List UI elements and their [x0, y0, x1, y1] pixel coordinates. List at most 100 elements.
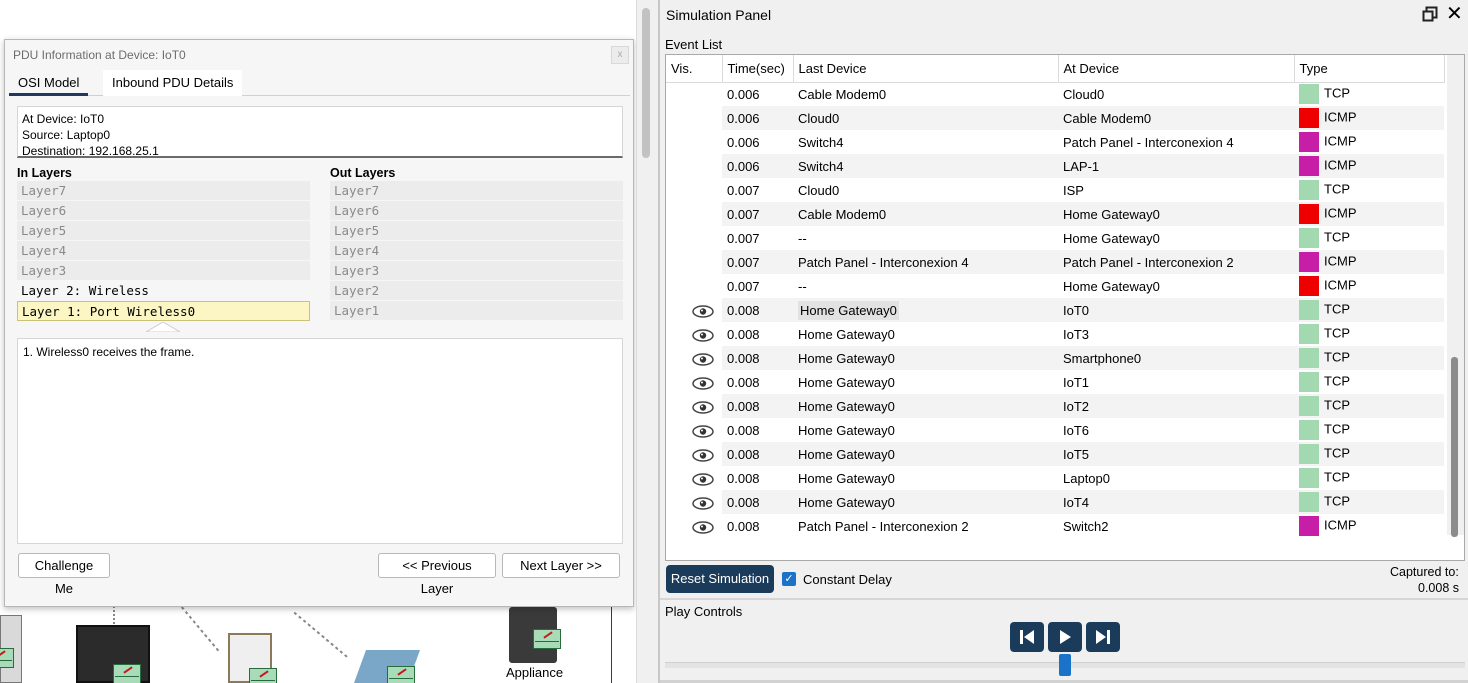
play-button[interactable] — [1048, 622, 1082, 652]
in-layer-3[interactable]: Layer3 — [17, 261, 310, 281]
column-header-at-device[interactable]: At Device — [1058, 55, 1295, 83]
eye-icon[interactable] — [692, 496, 714, 510]
event-type-cell[interactable]: ICMP — [1294, 202, 1444, 226]
event-row[interactable]: 0.008 Home Gateway0 IoT2 TCP — [666, 394, 1444, 418]
scrollbar-thumb[interactable] — [642, 8, 650, 158]
event-row[interactable]: 0.008 Home Gateway0 Smartphone0 TCP — [666, 346, 1444, 370]
event-type-cell[interactable]: TCP — [1294, 322, 1444, 346]
pdu-color-swatch[interactable] — [1299, 252, 1319, 272]
event-type-cell[interactable]: TCP — [1294, 178, 1444, 202]
out-layer-3[interactable]: Layer3 — [330, 261, 623, 281]
column-header-last-device[interactable]: Last Device — [793, 55, 1059, 83]
constant-delay-checkbox[interactable]: ✓ — [782, 572, 796, 586]
pdu-envelope-icon[interactable] — [0, 648, 14, 668]
event-type-cell[interactable]: TCP — [1294, 82, 1444, 106]
event-visibility-cell[interactable] — [666, 346, 722, 370]
out-layer-5[interactable]: Layer5 — [330, 221, 623, 241]
event-visibility-cell[interactable] — [666, 226, 722, 250]
event-row[interactable]: 0.006 Switch4 LAP-1 ICMP — [666, 154, 1444, 178]
reset-simulation-button[interactable]: Reset Simulation — [666, 565, 774, 593]
eye-icon[interactable] — [692, 304, 714, 318]
event-row[interactable]: 0.007 Cable Modem0 Home Gateway0 ICMP — [666, 202, 1444, 226]
event-visibility-cell[interactable] — [666, 514, 722, 538]
in-layer-1[interactable]: Layer 1: Port Wireless0 — [17, 301, 310, 321]
event-type-cell[interactable]: ICMP — [1294, 154, 1444, 178]
pdu-color-swatch[interactable] — [1299, 420, 1319, 440]
eye-icon[interactable] — [692, 352, 714, 366]
pdu-envelope-icon[interactable] — [533, 629, 561, 649]
step-back-button[interactable] — [1010, 622, 1044, 652]
event-row[interactable]: 0.006 Cloud0 Cable Modem0 ICMP — [666, 106, 1444, 130]
event-type-cell[interactable]: TCP — [1294, 370, 1444, 394]
pdu-color-swatch[interactable] — [1299, 180, 1319, 200]
event-visibility-cell[interactable] — [666, 106, 722, 130]
event-row[interactable]: 0.008 Home Gateway0 IoT3 TCP — [666, 322, 1444, 346]
pdu-color-swatch[interactable] — [1299, 204, 1319, 224]
event-visibility-cell[interactable] — [666, 370, 722, 394]
event-row[interactable]: 0.008 Home Gateway0 IoT6 TCP — [666, 418, 1444, 442]
close-icon[interactable]: ✕ — [1446, 4, 1463, 24]
pdu-color-swatch[interactable] — [1299, 108, 1319, 128]
pdu-information-window[interactable]: PDU Information at Device: IoT0 x OSI Mo… — [4, 39, 634, 607]
column-header-vis[interactable]: Vis. — [666, 55, 723, 83]
close-button[interactable]: x — [611, 46, 629, 64]
event-visibility-cell[interactable] — [666, 202, 722, 226]
event-row[interactable]: 0.007 -- Home Gateway0 TCP — [666, 226, 1444, 250]
out-layer-4[interactable]: Layer4 — [330, 241, 623, 261]
event-row[interactable]: 0.008 Home Gateway0 IoT5 TCP — [666, 442, 1444, 466]
in-layer-4[interactable]: Layer4 — [17, 241, 310, 261]
pdu-envelope-icon[interactable] — [249, 668, 277, 683]
eye-icon[interactable] — [692, 400, 714, 414]
event-visibility-cell[interactable] — [666, 154, 722, 178]
pdu-color-swatch[interactable] — [1299, 132, 1319, 152]
event-visibility-cell[interactable] — [666, 418, 722, 442]
restore-window-icon[interactable] — [1422, 6, 1438, 22]
pdu-color-swatch[interactable] — [1299, 228, 1319, 248]
in-layer-7[interactable]: Layer7 — [17, 181, 310, 201]
event-visibility-cell[interactable] — [666, 490, 722, 514]
event-type-cell[interactable]: ICMP — [1294, 274, 1444, 298]
event-row[interactable]: 0.008 Patch Panel - Interconexion 2 Switch… — [666, 514, 1444, 538]
eye-icon[interactable] — [692, 448, 714, 462]
out-layer-2[interactable]: Layer2 — [330, 281, 623, 301]
event-type-cell[interactable]: ICMP — [1294, 514, 1444, 538]
event-visibility-cell[interactable] — [666, 466, 722, 490]
event-visibility-cell[interactable] — [666, 394, 722, 418]
in-layer-5[interactable]: Layer5 — [17, 221, 310, 241]
out-layer-7[interactable]: Layer7 — [330, 181, 623, 201]
event-list-scrollbar[interactable] — [1447, 55, 1464, 537]
event-type-cell[interactable]: ICMP — [1294, 106, 1444, 130]
event-type-cell[interactable]: TCP — [1294, 442, 1444, 466]
eye-icon[interactable] — [692, 472, 714, 486]
event-visibility-cell[interactable] — [666, 82, 722, 106]
event-visibility-cell[interactable] — [666, 298, 722, 322]
pdu-color-swatch[interactable] — [1299, 468, 1319, 488]
scrollbar-thumb[interactable] — [1451, 357, 1458, 537]
challenge-me-button[interactable]: Challenge Me — [18, 553, 110, 596]
event-type-cell[interactable]: TCP — [1294, 298, 1444, 322]
event-visibility-cell[interactable] — [666, 274, 722, 298]
event-type-cell[interactable]: TCP — [1294, 466, 1444, 490]
event-type-cell[interactable]: ICMP — [1294, 130, 1444, 154]
pdu-envelope-icon[interactable] — [387, 666, 415, 683]
event-row[interactable]: 0.008 Home Gateway0 IoT1 TCP — [666, 370, 1444, 394]
event-row[interactable]: 0.007 -- Home Gateway0 ICMP — [666, 274, 1444, 298]
pdu-color-swatch[interactable] — [1299, 492, 1319, 512]
pdu-color-swatch[interactable] — [1299, 396, 1319, 416]
pdu-color-swatch[interactable] — [1299, 444, 1319, 464]
event-type-cell[interactable]: ICMP — [1294, 250, 1444, 274]
event-visibility-cell[interactable] — [666, 130, 722, 154]
pdu-color-swatch[interactable] — [1299, 84, 1319, 105]
pdu-envelope-icon[interactable] — [113, 664, 141, 683]
event-type-cell[interactable]: TCP — [1294, 394, 1444, 418]
event-type-cell[interactable]: TCP — [1294, 490, 1444, 514]
event-visibility-cell[interactable] — [666, 322, 722, 346]
event-type-cell[interactable]: TCP — [1294, 226, 1444, 250]
in-layer-6[interactable]: Layer6 — [17, 201, 310, 221]
next-layer-button[interactable]: Next Layer >> — [502, 553, 620, 578]
workspace-scrollbar[interactable] — [636, 0, 658, 683]
event-visibility-cell[interactable] — [666, 442, 722, 466]
eye-icon[interactable] — [692, 328, 714, 342]
event-row[interactable]: 0.006 Cable Modem0 Cloud0 TCP — [666, 82, 1444, 106]
event-row[interactable]: 0.007 Patch Panel - Interconexion 4 Patch … — [666, 250, 1444, 274]
